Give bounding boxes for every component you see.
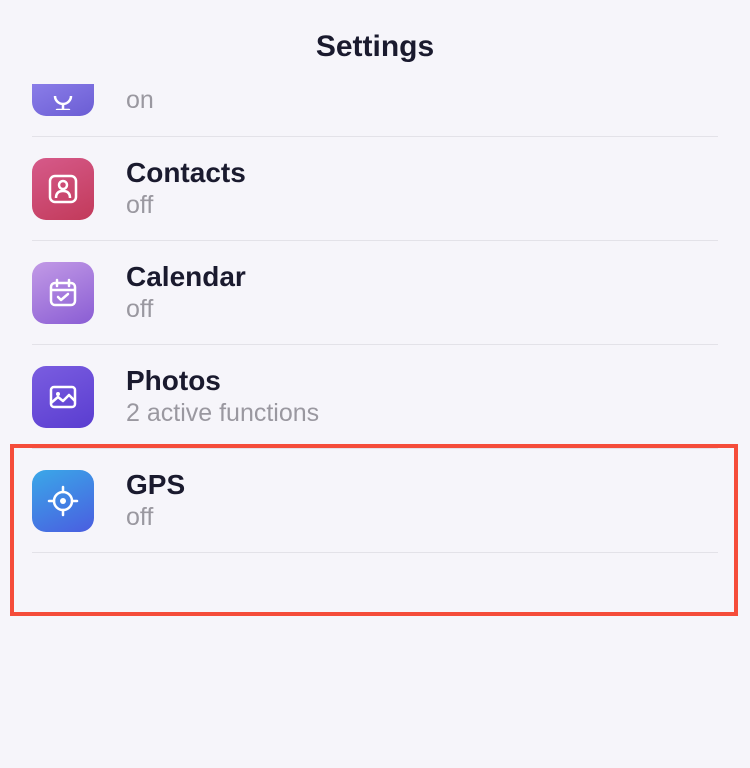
- calendar-icon: [32, 262, 94, 324]
- row-subtitle: 2 active functions: [126, 399, 319, 428]
- row-text: GPS off: [126, 469, 185, 532]
- header: Settings: [0, 0, 750, 84]
- settings-row-calendar[interactable]: Calendar off: [32, 241, 718, 345]
- row-text: Contacts off: [126, 157, 246, 220]
- settings-list: on Contacts off Calendar off Photos 2 ac…: [0, 84, 750, 553]
- settings-row-microphone[interactable]: on: [32, 84, 718, 137]
- settings-row-gps[interactable]: GPS off: [32, 449, 718, 553]
- row-text: on: [126, 86, 154, 115]
- gps-icon: [32, 470, 94, 532]
- row-text: Photos 2 active functions: [126, 365, 319, 428]
- row-title: Contacts: [126, 157, 246, 189]
- row-subtitle: on: [126, 86, 154, 115]
- row-subtitle: off: [126, 191, 246, 220]
- mic-icon: [32, 84, 94, 116]
- row-title: GPS: [126, 469, 185, 501]
- photo-icon: [32, 366, 94, 428]
- row-subtitle: off: [126, 295, 246, 324]
- settings-row-contacts[interactable]: Contacts off: [32, 137, 718, 241]
- row-subtitle: off: [126, 503, 185, 532]
- page-title: Settings: [0, 30, 750, 64]
- row-title: Photos: [126, 365, 319, 397]
- row-text: Calendar off: [126, 261, 246, 324]
- settings-row-photos[interactable]: Photos 2 active functions: [32, 345, 718, 449]
- row-title: Calendar: [126, 261, 246, 293]
- contact-icon: [32, 158, 94, 220]
